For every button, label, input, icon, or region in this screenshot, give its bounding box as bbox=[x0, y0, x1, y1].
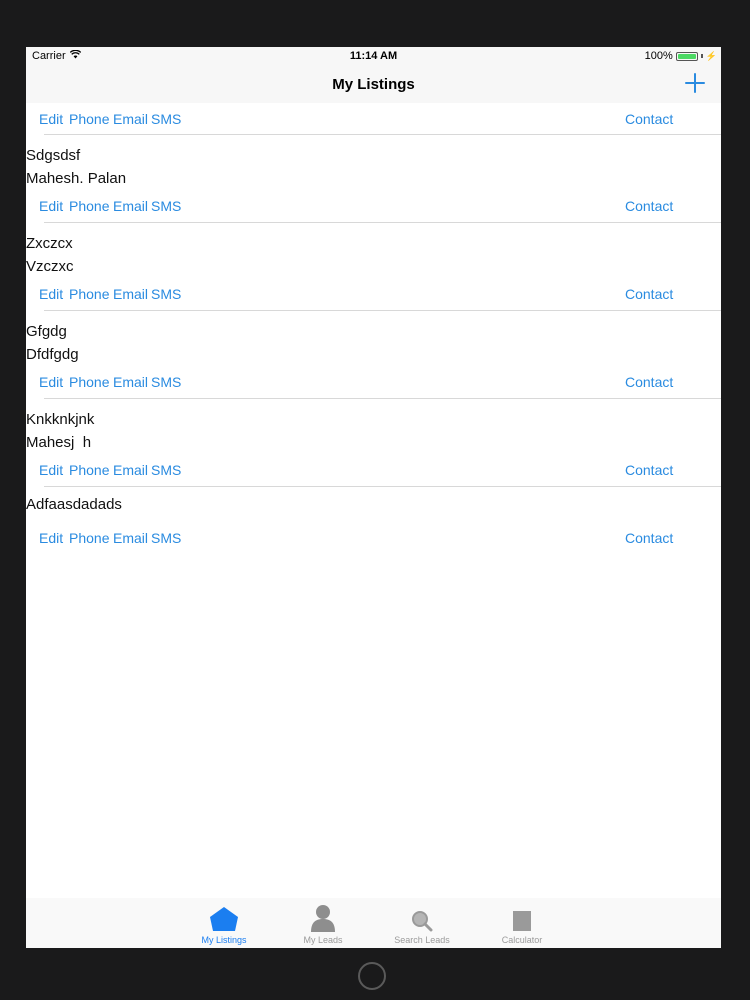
sms-link[interactable]: SMS bbox=[151, 374, 181, 390]
phone-link[interactable]: Phone bbox=[69, 374, 109, 390]
email-link[interactable]: Email bbox=[113, 111, 148, 127]
plus-icon bbox=[685, 73, 705, 93]
listing-subtitle: Mahesj h bbox=[26, 434, 92, 451]
contact-link[interactable]: Contact bbox=[625, 462, 673, 478]
edit-link[interactable]: Edit bbox=[39, 111, 63, 127]
phone-link[interactable]: Phone bbox=[69, 286, 109, 302]
email-link[interactable]: Email bbox=[113, 198, 148, 214]
contact-link[interactable]: Contact bbox=[625, 286, 673, 302]
listing-subtitle: Vzczxc bbox=[26, 258, 74, 275]
phone-link[interactable]: Phone bbox=[69, 111, 109, 127]
phone-link[interactable]: Phone bbox=[69, 462, 109, 478]
home-button[interactable] bbox=[358, 962, 386, 990]
sms-link[interactable]: SMS bbox=[151, 530, 181, 546]
edit-link[interactable]: Edit bbox=[39, 462, 63, 478]
listing-actions: Edit Phone Email SMS Contact bbox=[26, 516, 721, 560]
app-screen: Carrier 11:14 AM 100% ⚡ My Listings Edit… bbox=[26, 47, 721, 948]
house-icon bbox=[184, 904, 264, 932]
tab-label: Calculator bbox=[501, 935, 543, 945]
listing-subtitle: Mahesh. Palan bbox=[26, 170, 127, 187]
battery-tip bbox=[700, 54, 703, 58]
tab-label: Search Leads bbox=[394, 935, 450, 945]
list-item[interactable]: Sdgsdsf Mahesh. Palan Edit Phone Email S… bbox=[26, 135, 721, 223]
edit-link[interactable]: Edit bbox=[39, 198, 63, 214]
navigation-bar: My Listings bbox=[26, 65, 721, 103]
sms-link[interactable]: SMS bbox=[151, 286, 181, 302]
email-link[interactable]: Email bbox=[113, 286, 148, 302]
listing-title: Knkknkjnk bbox=[26, 411, 95, 428]
sms-link[interactable]: SMS bbox=[151, 198, 181, 214]
listing-actions: Edit Phone Email SMS Contact bbox=[26, 454, 721, 487]
edit-link[interactable]: Edit bbox=[39, 286, 63, 302]
magnifier-icon bbox=[382, 904, 462, 932]
status-right: 100% ⚡ bbox=[645, 50, 717, 62]
tab-search-leads[interactable]: Search Leads bbox=[382, 904, 462, 945]
edit-link[interactable]: Edit bbox=[39, 374, 63, 390]
list-item[interactable]: Knkknkjnk Mahesj h Edit Phone Email SMS … bbox=[26, 399, 721, 487]
list-item: Edit Phone Email SMS Contact bbox=[26, 103, 721, 135]
sms-link[interactable]: SMS bbox=[151, 111, 181, 127]
listing-title: Adfaasdadads bbox=[26, 496, 122, 513]
contact-link[interactable]: Contact bbox=[625, 374, 673, 390]
battery-percent: 100% bbox=[644, 50, 673, 62]
charging-bolt-icon: ⚡ bbox=[705, 50, 717, 61]
phone-link[interactable]: Phone bbox=[69, 530, 109, 546]
tab-label: My Listings bbox=[201, 935, 247, 945]
listing-actions: Edit Phone Email SMS Contact bbox=[26, 278, 721, 311]
listing-subtitle: Dfdfgdg bbox=[26, 346, 79, 363]
person-icon bbox=[283, 904, 363, 932]
list-item[interactable]: Adfaasdadads Edit Phone Email SMS Contac… bbox=[26, 487, 721, 560]
tab-bar: My Listings My Leads Search Leads Calcul… bbox=[26, 898, 721, 948]
tab-my-leads[interactable]: My Leads bbox=[283, 904, 363, 945]
sms-link[interactable]: SMS bbox=[151, 462, 181, 478]
contact-link[interactable]: Contact bbox=[625, 198, 673, 214]
page-title: My Listings bbox=[332, 76, 415, 93]
tab-calculator[interactable]: Calculator bbox=[482, 904, 562, 945]
battery-icon bbox=[675, 51, 698, 61]
list-item[interactable]: Gfgdg Dfdfgdg Edit Phone Email SMS Conta… bbox=[26, 311, 721, 399]
listing-title: Zxczcx bbox=[26, 235, 73, 252]
listing-actions: Edit Phone Email SMS Contact bbox=[26, 366, 721, 399]
listing-title: Gfgdg bbox=[26, 323, 67, 340]
email-link[interactable]: Email bbox=[113, 530, 148, 546]
tab-my-listings[interactable]: My Listings bbox=[184, 904, 264, 945]
listing-title: Sdgsdsf bbox=[26, 147, 81, 164]
listing-actions: Edit Phone Email SMS Contact bbox=[26, 103, 721, 135]
email-link[interactable]: Email bbox=[113, 462, 148, 478]
edit-link[interactable]: Edit bbox=[39, 530, 63, 546]
tab-label: My Leads bbox=[303, 935, 343, 945]
contact-link[interactable]: Contact bbox=[625, 530, 673, 546]
listing-actions: Edit Phone Email SMS Contact bbox=[26, 190, 721, 223]
phone-link[interactable]: Phone bbox=[69, 198, 109, 214]
listings-list: Edit Phone Email SMS Contact Sdgsdsf Mah… bbox=[26, 103, 721, 560]
contact-link[interactable]: Contact bbox=[625, 111, 673, 127]
status-bar: Carrier 11:14 AM 100% ⚡ bbox=[26, 47, 721, 65]
email-link[interactable]: Email bbox=[113, 374, 148, 390]
status-time: 11:14 AM bbox=[349, 50, 398, 62]
add-listing-button[interactable] bbox=[683, 71, 707, 95]
calculator-icon bbox=[482, 904, 562, 932]
list-item[interactable]: Zxczcx Vzczxc Edit Phone Email SMS Conta… bbox=[26, 223, 721, 311]
